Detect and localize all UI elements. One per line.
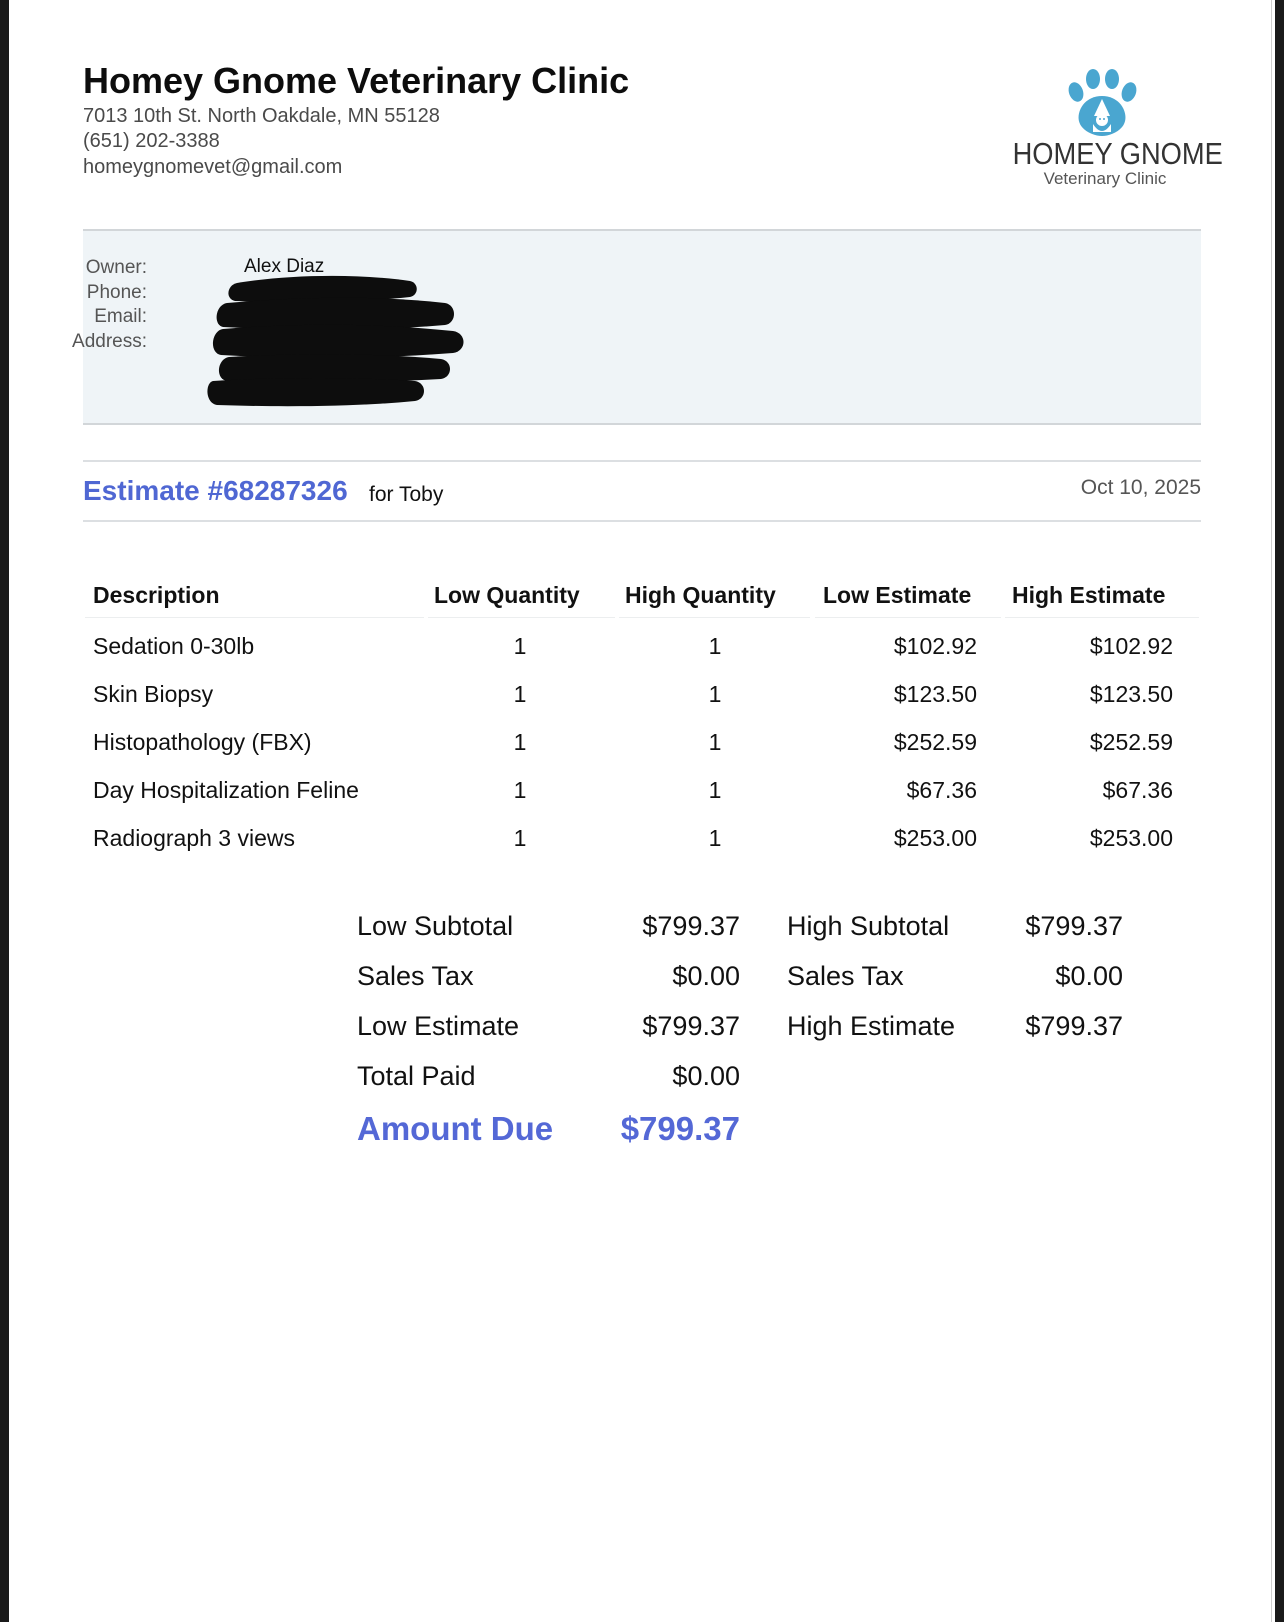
low-estimate-value: $799.37 [642, 1011, 740, 1041]
header-underline [619, 617, 810, 618]
item-description: Sedation 0-30lb [93, 633, 255, 659]
item-description: Skin Biopsy [93, 681, 214, 707]
estimate-patient: for Toby [369, 483, 444, 506]
item-high-estimate: $67.36 [1102, 777, 1173, 803]
header-underline [428, 617, 615, 618]
clinic-email: homeygnomevet@gmail.com [83, 156, 343, 178]
item-low-quantity: 1 [513, 633, 527, 659]
total-paid-label: Total Paid [357, 1061, 476, 1091]
high-subtotal-value: $799.37 [1025, 911, 1123, 941]
item-low-quantity: 1 [513, 681, 527, 707]
item-high-estimate: $123.50 [1089, 681, 1173, 707]
divider-top [83, 460, 1201, 462]
high-subtotal-label: High Subtotal [787, 911, 950, 941]
clinic-phone: (651) 202-3388 [83, 130, 220, 152]
header-high-quantity: High Quantity [625, 582, 776, 608]
low-subtotal-label: Low Subtotal [357, 911, 514, 941]
item-high-quantity: 1 [708, 633, 722, 659]
item-description: Radiograph 3 views [93, 825, 296, 851]
header-underline [85, 617, 424, 618]
item-description: Histopathology (FBX) [93, 729, 312, 755]
item-high-quantity: 1 [708, 777, 722, 803]
item-low-estimate: $123.50 [893, 681, 977, 707]
item-low-estimate: $67.36 [906, 777, 977, 803]
low-sales-tax-value: $0.00 [672, 961, 740, 991]
item-low-quantity: 1 [513, 729, 527, 755]
logo-subtitle: Veterinary Clinic [1043, 169, 1167, 188]
item-high-quantity: 1 [708, 825, 722, 851]
item-low-quantity: 1 [513, 777, 527, 803]
item-high-quantity: 1 [708, 681, 722, 707]
item-low-quantity: 1 [513, 825, 527, 851]
item-description: Day Hospitalization Feline [93, 777, 359, 803]
estimate-date: Oct 10, 2025 [1080, 476, 1201, 499]
divider-bottom [83, 520, 1201, 522]
item-low-estimate: $252.59 [893, 729, 977, 755]
header-high-estimate: High Estimate [1012, 582, 1166, 608]
owner-label: Owner: [85, 257, 147, 278]
amount-due-label: Amount Due [357, 1110, 554, 1147]
address-label: Address: [72, 331, 147, 352]
viewer-right-edge [1275, 0, 1284, 1622]
logo-title: HOMEY GNOME [1012, 136, 1223, 171]
total-paid-value: $0.00 [672, 1061, 740, 1091]
header-description: Description [93, 582, 220, 608]
estimate-title: Estimate #68287326 [83, 475, 348, 506]
high-sales-tax-label: Sales Tax [787, 961, 904, 991]
item-high-quantity: 1 [708, 729, 722, 755]
phone-label: Phone: [86, 282, 147, 303]
email-label: Email: [94, 306, 147, 327]
clinic-name: Homey Gnome Veterinary Clinic [83, 60, 630, 101]
redaction-scribble [207, 275, 464, 407]
item-low-estimate: $102.92 [893, 633, 977, 659]
low-sales-tax-label: Sales Tax [357, 961, 474, 991]
low-estimate-label: Low Estimate [357, 1011, 520, 1041]
item-low-estimate: $253.00 [893, 825, 977, 851]
item-high-estimate: $252.59 [1089, 729, 1173, 755]
header-underline [815, 617, 1001, 618]
header-underline [1005, 617, 1199, 618]
page-edge-line [1271, 0, 1272, 1622]
item-high-estimate: $253.00 [1089, 825, 1173, 851]
viewer-left-edge [0, 0, 9, 1622]
header-low-quantity: Low Quantity [434, 582, 580, 608]
clinic-address: 7013 10th St. North Oakdale, MN 55128 [83, 105, 440, 127]
high-estimate-value: $799.37 [1025, 1011, 1123, 1041]
high-sales-tax-value: $0.00 [1055, 961, 1123, 991]
low-subtotal-value: $799.37 [642, 911, 740, 941]
item-high-estimate: $102.92 [1089, 633, 1173, 659]
amount-due-value: $799.37 [620, 1110, 740, 1147]
header-low-estimate: Low Estimate [823, 582, 972, 608]
high-estimate-label: High Estimate [787, 1011, 956, 1041]
